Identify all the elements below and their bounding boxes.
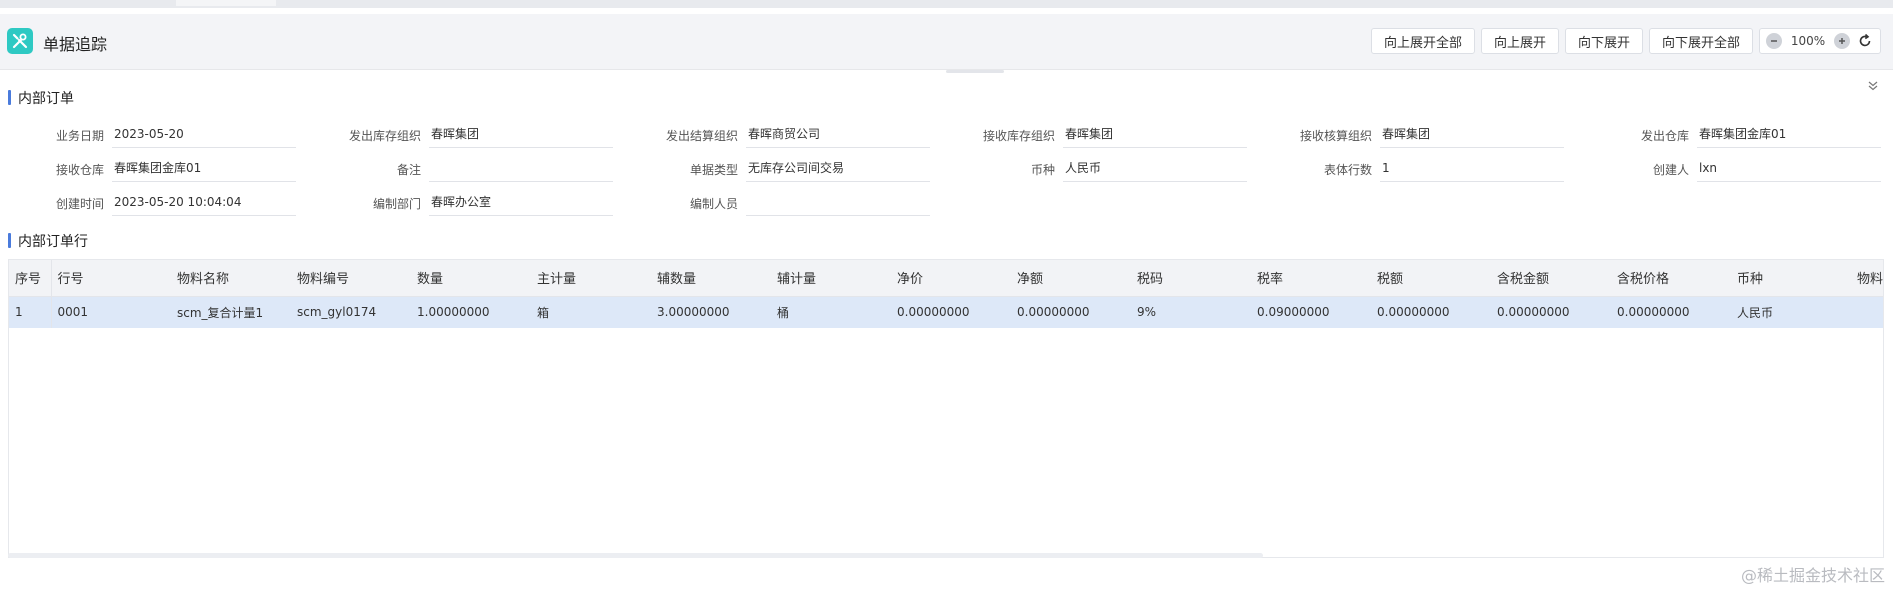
expand-up-all-button[interactable]: 向上展开全部 <box>1370 28 1475 54</box>
expand-down-button[interactable]: 向下展开 <box>1564 28 1643 54</box>
expand-down-all-button[interactable]: 向下展开全部 <box>1648 28 1753 54</box>
field-label: 发出库存组织 <box>348 129 421 143</box>
field-label: 表体行数 <box>1323 163 1372 177</box>
field-value[interactable]: 人民币 <box>1063 154 1247 182</box>
watermark: @稀土掘金技术社区 <box>1740 566 1885 585</box>
column-header[interactable]: 含税金额 <box>1491 260 1611 297</box>
table-cell: 0001 <box>51 296 171 328</box>
field-value[interactable]: 春晖办公室 <box>429 188 613 216</box>
table-cell: 0.00000000 <box>1011 296 1131 328</box>
column-header[interactable]: 数量 <box>411 260 531 297</box>
field-value[interactable] <box>429 154 613 182</box>
table-cell: 0.09000000 <box>1251 296 1371 328</box>
field-value[interactable]: 无库存公司间交易 <box>746 154 930 182</box>
column-header[interactable]: 辅计量 <box>771 260 891 297</box>
table-cell: 桶 <box>771 296 891 328</box>
table-cell: 9% <box>1131 296 1251 328</box>
field-label: 创建时间 <box>55 197 104 211</box>
field-label: 接收仓库 <box>55 163 104 177</box>
field-value[interactable]: 1 <box>1380 154 1564 182</box>
field-value[interactable]: 春晖集团 <box>1063 120 1247 148</box>
column-header[interactable]: 物料名称 <box>171 260 291 297</box>
field-label: 编制人员 <box>689 197 738 211</box>
field-label: 业务日期 <box>55 129 104 143</box>
table-cell: 人民币 <box>1731 296 1851 328</box>
page-title: 单据追踪 <box>43 35 108 54</box>
field-value[interactable]: 春晖集团金库01 <box>1697 120 1881 148</box>
top-tab-strip <box>0 0 1893 8</box>
zoom-in-icon[interactable] <box>1834 33 1850 49</box>
splitter-handle[interactable] <box>946 70 1004 73</box>
column-header[interactable]: 税率 <box>1251 260 1371 297</box>
section-title-order: 内部订单 <box>8 88 74 108</box>
order-lines-table: 序号 行号 物料名称 物料编号 数量 主计量 辅数量 辅计量 净价 净额 税码 … <box>8 259 1884 558</box>
column-header[interactable]: 税额 <box>1371 260 1491 297</box>
column-header[interactable]: 税码 <box>1131 260 1251 297</box>
lines-table: 序号 行号 物料名称 物料编号 数量 主计量 辅数量 辅计量 净价 净额 税码 … <box>9 260 1883 328</box>
table-cell: 箱 <box>531 296 651 328</box>
field-value[interactable]: 春晖商贸公司 <box>746 120 930 148</box>
column-header[interactable]: 净额 <box>1011 260 1131 297</box>
form-row: 创建时间 2023-05-20 10:04:04 编制部门 春晖办公室 编制人员 <box>0 188 1893 218</box>
table-header-row: 序号 行号 物料名称 物料编号 数量 主计量 辅数量 辅计量 净价 净额 税码 … <box>9 260 1883 297</box>
field-value[interactable]: 2023-05-20 <box>112 120 296 148</box>
field-value[interactable]: 春晖集团 <box>429 120 613 148</box>
field-value[interactable]: 春晖集团 <box>1380 120 1564 148</box>
tools-icon <box>7 28 33 54</box>
expand-up-button[interactable]: 向上展开 <box>1480 28 1559 54</box>
page-header: 单据追踪 向上展开全部 向上展开 向下展开 向下展开全部 100% <box>0 14 1893 70</box>
field-label: 发出结算组织 <box>665 129 738 143</box>
field-label: 发出仓库 <box>1640 129 1689 143</box>
field-value[interactable]: lxn <box>1697 154 1881 182</box>
column-header[interactable]: 辅数量 <box>651 260 771 297</box>
column-header[interactable]: 物料编号 <box>291 260 411 297</box>
column-header[interactable]: 序号 <box>9 260 52 297</box>
column-header[interactable]: 主计量 <box>531 260 651 297</box>
form-row: 业务日期 2023-05-20 发出库存组织 春晖集团 发出结算组织 春晖商贸公… <box>0 120 1893 150</box>
column-header[interactable]: 行号 <box>51 260 171 297</box>
field-label: 接收核算组织 <box>1299 129 1372 143</box>
zoom-control: 100% <box>1759 28 1881 54</box>
field-label: 创建人 <box>1652 163 1689 177</box>
table-row[interactable]: 1 0001 scm_复合计量1 scm_gyl0174 1.00000000 … <box>9 296 1883 328</box>
collapse-chevron-icon[interactable] <box>1865 78 1881 94</box>
section-title-order-lines: 内部订单行 <box>8 231 88 251</box>
field-value[interactable]: 2023-05-20 10:04:04 <box>112 188 296 216</box>
column-header[interactable]: 净价 <box>891 260 1011 297</box>
field-label: 备注 <box>396 163 421 177</box>
table-cell: 0.00000000 <box>1491 296 1611 328</box>
table-cell: scm_复合计量1 <box>171 296 291 328</box>
form-row: 接收仓库 春晖集团金库01 备注 单据类型 无库存公司间交易 币种 人民币 表体… <box>0 154 1893 184</box>
column-header[interactable]: 币种 <box>1731 260 1851 297</box>
field-label: 单据类型 <box>689 163 738 177</box>
table-cell: scm_gyl0174 <box>291 296 411 328</box>
table-cell: 3.00000000 <box>651 296 771 328</box>
column-header[interactable]: 物料 <box>1851 260 1883 297</box>
column-header[interactable]: 含税价格 <box>1611 260 1731 297</box>
table-cell: 0.00000000 <box>891 296 1011 328</box>
zoom-level: 100% <box>1790 34 1826 48</box>
reset-zoom-icon[interactable] <box>1856 32 1874 50</box>
table-cell: 0.00000000 <box>1371 296 1491 328</box>
field-value[interactable] <box>746 188 930 216</box>
field-label: 编制部门 <box>372 197 421 211</box>
table-cell <box>1851 296 1883 328</box>
table-cell: 0.00000000 <box>1611 296 1731 328</box>
field-label: 币种 <box>1030 163 1055 177</box>
table-cell: 1.00000000 <box>411 296 531 328</box>
table-cell: 1 <box>9 296 52 328</box>
horizontal-scrollbar[interactable] <box>8 553 1263 558</box>
zoom-out-icon[interactable] <box>1766 33 1782 49</box>
toolbar: 向上展开全部 向上展开 向下展开 向下展开全部 100% <box>1370 28 1881 54</box>
tab-stub[interactable] <box>176 0 276 6</box>
field-value[interactable]: 春晖集团金库01 <box>112 154 296 182</box>
field-label: 接收库存组织 <box>982 129 1055 143</box>
